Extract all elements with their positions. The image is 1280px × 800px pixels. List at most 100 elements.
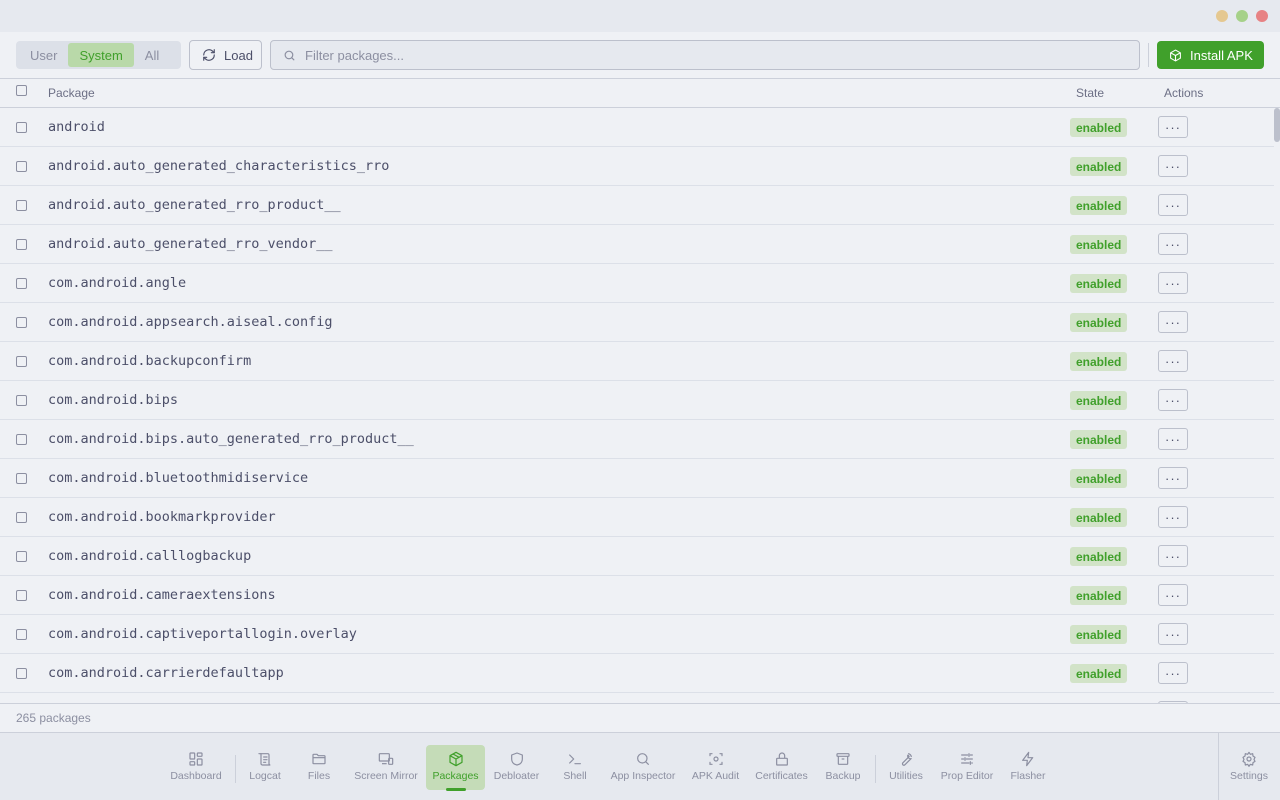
- terminal-icon: [569, 754, 581, 765]
- table-row[interactable]: android enabled ···: [0, 108, 1274, 147]
- row-actions-button[interactable]: ···: [1158, 311, 1188, 333]
- nav-label: Settings: [1230, 770, 1268, 782]
- filter-tab-all[interactable]: All: [134, 43, 170, 67]
- table-row[interactable]: android.auto_generated_rro_product__ enab…: [0, 186, 1274, 225]
- nav-item-backup[interactable]: Backup: [823, 745, 863, 790]
- close-button[interactable]: [1256, 10, 1268, 22]
- select-all-checkbox[interactable]: [16, 85, 27, 96]
- search-icon: [284, 50, 295, 60]
- status-badge: enabled: [1070, 508, 1128, 527]
- refresh-icon: [203, 49, 215, 61]
- table-row[interactable]: enabled···: [0, 693, 1274, 703]
- row-actions-button[interactable]: ···: [1158, 428, 1188, 450]
- filter-tab-user[interactable]: User: [19, 43, 68, 67]
- row-actions-button[interactable]: ···: [1158, 506, 1188, 528]
- row-actions-button[interactable]: ···: [1158, 350, 1188, 372]
- row-actions-button[interactable]: ···: [1158, 194, 1188, 216]
- table-scrollbar[interactable]: [1274, 108, 1280, 703]
- nav-label: Flasher: [1010, 770, 1046, 782]
- table-row[interactable]: com.android.appsearch.aiseal.config enabl…: [0, 303, 1274, 342]
- install-apk-button[interactable]: Install APK: [1157, 41, 1264, 69]
- status-badge: enabled: [1070, 118, 1128, 137]
- row-checkbox[interactable]: [16, 122, 27, 133]
- status-badge: enabled: [1070, 469, 1128, 488]
- row-checkbox[interactable]: [16, 473, 27, 484]
- row-checkbox[interactable]: [16, 395, 27, 406]
- status-badge: enabled: [1070, 391, 1128, 410]
- nav-label: Dashboard: [170, 770, 222, 782]
- table-row[interactable]: android.auto_generated_characteristics_r…: [0, 147, 1274, 186]
- nav-item-dashboard[interactable]: Dashboard: [166, 745, 226, 790]
- row-actions-button[interactable]: ···: [1158, 662, 1188, 684]
- package-name: com.android.backupconfirm: [48, 353, 252, 369]
- table-row[interactable]: android.auto_generated_rro_vendor__ enabl…: [0, 225, 1274, 264]
- row-checkbox[interactable]: [16, 590, 27, 601]
- nav-label: Backup: [825, 770, 861, 782]
- nav-item-apk-audit[interactable]: APK Audit: [689, 745, 742, 790]
- package-name: com.android.appsearch.aiseal.config: [48, 314, 333, 330]
- row-checkbox[interactable]: [16, 278, 27, 289]
- table-row[interactable]: com.android.carrierdefaultapp enabled ···: [0, 654, 1274, 693]
- scrollbar-thumb[interactable]: [1274, 108, 1280, 142]
- nav-item-settings[interactable]: Settings: [1226, 745, 1272, 790]
- table-row[interactable]: com.android.bluetoothmidiservice enabled ·…: [0, 459, 1274, 498]
- table-row[interactable]: com.android.calllogbackup enabled ···: [0, 537, 1274, 576]
- row-actions-button[interactable]: ···: [1158, 584, 1188, 606]
- nav-label: Certificates: [755, 770, 808, 782]
- table-row[interactable]: com.android.backupconfirm enabled ···: [0, 342, 1274, 381]
- package-table-body: android enabled ··· android.auto_generated_…: [0, 108, 1274, 703]
- archive-icon: [836, 753, 850, 765]
- row-checkbox[interactable]: [16, 434, 27, 445]
- row-checkbox[interactable]: [16, 629, 27, 640]
- row-actions-button[interactable]: ···: [1158, 272, 1188, 294]
- table-row[interactable]: com.android.bookmarkprovider enabled ···: [0, 498, 1274, 537]
- nav-label: Utilities: [889, 770, 923, 782]
- row-checkbox[interactable]: [16, 200, 27, 211]
- maximize-button[interactable]: [1236, 10, 1248, 22]
- nav-label: APK Audit: [691, 770, 740, 782]
- row-checkbox[interactable]: [16, 317, 27, 328]
- row-actions-button[interactable]: ···: [1158, 467, 1188, 489]
- package-name: com.android.calllogbackup: [48, 548, 252, 564]
- row-checkbox[interactable]: [16, 551, 27, 562]
- search-input[interactable]: [305, 47, 1105, 63]
- nav-label: Packages: [432, 770, 479, 782]
- package-name: android: [48, 119, 105, 135]
- folder-icon: [312, 753, 326, 765]
- nav-item-prop-editor[interactable]: Prop Editor: [939, 745, 995, 790]
- status-badge: enabled: [1070, 235, 1128, 254]
- minimize-button[interactable]: [1216, 10, 1228, 22]
- load-button[interactable]: Load: [189, 40, 262, 70]
- nav-item-utilities[interactable]: Utilities: [885, 745, 927, 790]
- nav-item-debloater[interactable]: Debloater: [491, 745, 542, 790]
- filter-tab-system[interactable]: System: [68, 43, 134, 67]
- row-actions-button[interactable]: ···: [1158, 545, 1188, 567]
- nav-item-shell[interactable]: Shell: [557, 745, 593, 790]
- nav-item-flasher[interactable]: Flasher: [1008, 745, 1048, 790]
- row-actions-button[interactable]: ···: [1158, 155, 1188, 177]
- row-actions-button[interactable]: ···: [1158, 623, 1188, 645]
- row-actions-button[interactable]: ···: [1158, 116, 1188, 138]
- table-row[interactable]: com.android.cameraextensions enabled ···: [0, 576, 1274, 615]
- table-row[interactable]: com.android.captiveportallogin.overlay en…: [0, 615, 1274, 654]
- package-name: com.android.bips.auto_generated_rro_prod…: [48, 431, 414, 447]
- table-row[interactable]: com.android.bips.auto_generated_rro_prod…: [0, 420, 1274, 459]
- package-search: [270, 40, 1140, 70]
- row-checkbox[interactable]: [16, 239, 27, 250]
- nav-label: Debloater: [493, 770, 540, 782]
- package-icon: [1170, 49, 1181, 61]
- row-checkbox[interactable]: [16, 512, 27, 523]
- nav-item-app-inspector[interactable]: App Inspector: [607, 745, 679, 790]
- row-actions-button[interactable]: ···: [1158, 389, 1188, 411]
- row-actions-button[interactable]: ···: [1158, 233, 1188, 255]
- row-checkbox[interactable]: [16, 161, 27, 172]
- nav-item-files[interactable]: Files: [299, 745, 339, 790]
- table-row[interactable]: com.android.bips enabled ···: [0, 381, 1274, 420]
- row-checkbox[interactable]: [16, 356, 27, 367]
- table-row[interactable]: com.android.angle enabled ···: [0, 264, 1274, 303]
- row-checkbox[interactable]: [16, 668, 27, 679]
- nav-item-logcat[interactable]: Logcat: [245, 745, 285, 790]
- nav-item-certificates[interactable]: Certificates: [752, 745, 811, 790]
- nav-item-screen-mirror[interactable]: Screen Mirror: [352, 745, 420, 790]
- nav-item-packages[interactable]: Packages: [426, 745, 485, 790]
